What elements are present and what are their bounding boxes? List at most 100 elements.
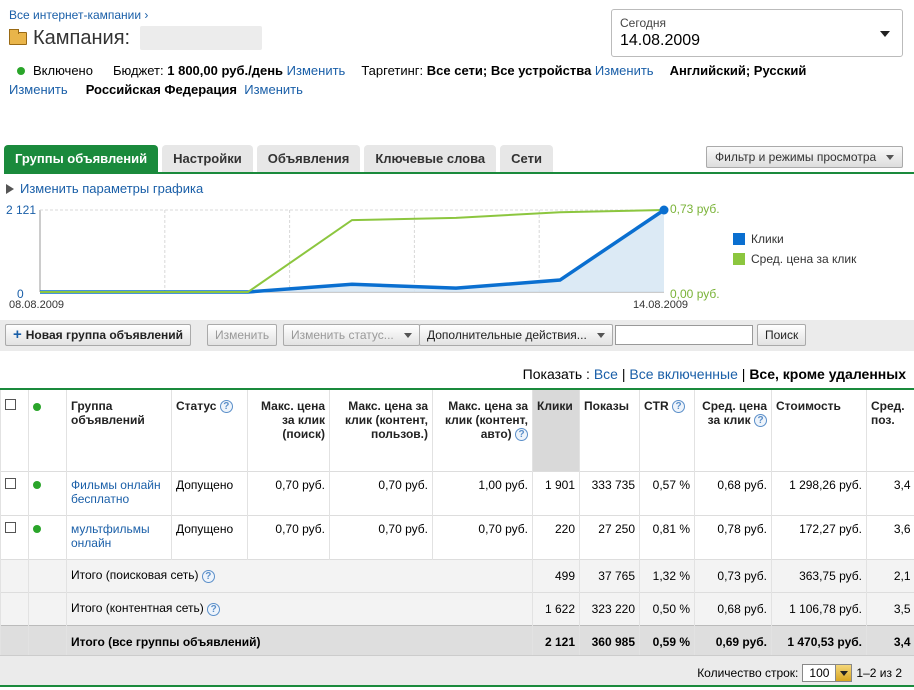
chevron-down-icon xyxy=(596,332,605,338)
clicks-cell: 220 xyxy=(532,514,580,559)
budget-label: Бюджет: xyxy=(112,63,164,78)
empty-cell xyxy=(28,624,67,658)
x-start-label: 08.08.2009 xyxy=(9,299,64,311)
status-cell: Допущено xyxy=(171,470,248,515)
help-icon[interactable]: ? xyxy=(515,428,528,442)
new-ad-group-button[interactable]: + Новая группа объявлений xyxy=(5,324,192,346)
more-actions-button[interactable]: Дополнительные действия... xyxy=(419,324,613,346)
col-cost[interactable]: Стоимость xyxy=(771,389,867,471)
legend-swatch xyxy=(733,253,745,265)
ad-group-link[interactable]: мультфильмы онлайн xyxy=(71,522,150,550)
ctr-cell: 1,32 % xyxy=(639,558,695,592)
col-status-label: Статус xyxy=(176,399,217,413)
campaign-info-line1: Включено Бюджет: 1 800,00 руб./день Изме… xyxy=(17,63,806,78)
languages-change-link[interactable]: Изменить xyxy=(9,82,68,97)
enabled-dot-icon[interactable] xyxy=(33,481,41,490)
row-status-cell xyxy=(28,514,67,559)
legend-item-cpc: Сред. цена за клик xyxy=(733,252,856,266)
help-icon[interactable]: ? xyxy=(219,400,233,414)
max-cpc-user-cell[interactable]: 0,70 руб. xyxy=(329,514,433,559)
summary-row-content: Итого (контентная сеть) ? 1 622 323 220 … xyxy=(0,591,914,625)
ctr-cell: 0,57 % xyxy=(639,470,695,515)
targeting-label: Таргетинг: xyxy=(361,63,424,78)
change-status-label: Изменить статус... xyxy=(291,328,394,342)
region-change-link[interactable]: Изменить xyxy=(244,82,303,97)
enabled-dot-icon[interactable] xyxy=(33,525,41,534)
col-avg-cpc[interactable]: Сред. цена за клик ? xyxy=(694,389,772,471)
cost-cell: 1 298,26 руб. xyxy=(771,470,867,515)
all-campaigns-link[interactable]: Все интернет-кампании › xyxy=(9,8,148,22)
ctr-cell: 0,59 % xyxy=(639,624,695,658)
tab-underline xyxy=(4,172,914,174)
impressions-cell: 323 220 xyxy=(579,591,640,625)
tab-settings[interactable]: Настройки xyxy=(162,145,253,172)
max-cpc-search-cell[interactable]: 0,70 руб. xyxy=(247,470,330,515)
search-input[interactable] xyxy=(615,325,753,345)
total-row: Итого (все группы объявлений) 2 121 360 … xyxy=(0,624,914,658)
search-button[interactable]: Поиск xyxy=(757,324,807,346)
select-all-checkbox[interactable] xyxy=(5,399,16,410)
avg-pos-cell: 3,4 xyxy=(866,470,914,515)
max-cpc-auto-cell: 1,00 руб. xyxy=(432,470,533,515)
legend-swatch xyxy=(733,233,745,245)
cost-cell: 363,75 руб. xyxy=(771,558,867,592)
show-enabled-link[interactable]: Все включенные xyxy=(629,366,738,382)
row-checkbox[interactable] xyxy=(5,477,16,489)
help-icon[interactable]: ? xyxy=(672,400,686,414)
row-checkbox[interactable] xyxy=(5,521,16,533)
tab-keywords[interactable]: Ключевые слова xyxy=(364,145,497,172)
show-all-link[interactable]: Все xyxy=(594,366,618,382)
summary-label-cell: Итого (контентная сеть) ? xyxy=(66,591,533,625)
date-range-value: 14.08.2009 xyxy=(620,32,701,49)
help-icon[interactable]: ? xyxy=(207,602,221,616)
col-max-cpc-content-auto[interactable]: Макс. цена за клик (контент, авто) ? xyxy=(432,389,533,471)
col-max-cpc-search[interactable]: Макс. цена за клик (поиск) xyxy=(247,389,330,471)
edit-button[interactable]: Изменить xyxy=(207,324,278,346)
legend-label: Сред. цена за клик xyxy=(751,252,857,266)
max-cpc-search-cell[interactable]: 0,70 руб. xyxy=(247,514,330,559)
col-clicks[interactable]: Клики xyxy=(532,389,580,471)
col-impressions[interactable]: Показы xyxy=(579,389,640,471)
graph-options-toggle[interactable]: Изменить параметры графика xyxy=(6,181,203,196)
ad-group-link[interactable]: Фильмы онлайн бесплатно xyxy=(71,478,161,506)
folder-icon xyxy=(9,28,27,45)
rows-per-page-select[interactable]: 100 xyxy=(802,664,853,682)
summary-label: Итого (контентная сеть) xyxy=(71,601,204,616)
chevron-down-icon[interactable] xyxy=(835,665,852,681)
impressions-cell: 333 735 xyxy=(579,470,640,515)
row-status-cell xyxy=(28,470,67,515)
ctr-cell: 0,81 % xyxy=(639,514,695,559)
avg-cpc-cell: 0,69 руб. xyxy=(694,624,772,658)
col-avg-pos[interactable]: Сред. поз. xyxy=(866,389,914,471)
col-ctr[interactable]: CTR ? xyxy=(639,389,695,471)
filter-views-button[interactable]: Фильтр и режимы просмотра xyxy=(706,146,903,168)
empty-cell xyxy=(0,591,29,625)
help-icon[interactable]: ? xyxy=(754,414,767,428)
graph-options-link[interactable]: Изменить параметры графика xyxy=(20,181,203,196)
avg-cpc-cell: 0,78 руб. xyxy=(694,514,772,559)
empty-cell xyxy=(28,591,67,625)
tab-ad-groups[interactable]: Группы объявлений xyxy=(4,145,159,172)
clicks-cell: 2 121 xyxy=(532,624,580,658)
col-max-cpc-content-user[interactable]: Макс. цена за клик (контент, пользов.) xyxy=(329,389,433,471)
tab-bar: Группы объявлений Настройки Объявления К… xyxy=(4,145,553,172)
change-status-button[interactable]: Изменить статус... xyxy=(283,324,420,346)
avg-pos-cell: 3,5 xyxy=(866,591,914,625)
chevron-down-icon[interactable] xyxy=(880,31,890,37)
tab-ads[interactable]: Объявления xyxy=(256,145,361,172)
targeting-value: Все сети; Все устройства xyxy=(426,63,592,78)
summary-row-search: Итого (поисковая сеть) ? 499 37 765 1,32… xyxy=(0,558,914,592)
date-range-picker[interactable]: Сегодня 14.08.2009 xyxy=(611,9,903,57)
budget-change-link[interactable]: Изменить xyxy=(287,63,346,78)
help-icon[interactable]: ? xyxy=(201,569,215,583)
tab-networks[interactable]: Сети xyxy=(500,145,553,172)
col-ad-group[interactable]: Группа объявлений xyxy=(66,389,172,471)
max-cpc-user-cell[interactable]: 0,70 руб. xyxy=(329,470,433,515)
edit-label: Изменить xyxy=(215,328,270,342)
date-range-label: Сегодня xyxy=(620,16,666,30)
status-dot-header xyxy=(28,389,67,471)
page-range: 1–2 из 2 xyxy=(856,666,902,680)
view-filter: Показать : Все | Все включенные | Все, к… xyxy=(522,366,906,382)
targeting-change-link[interactable]: Изменить xyxy=(595,63,654,78)
col-status[interactable]: Статус ? xyxy=(171,389,248,471)
